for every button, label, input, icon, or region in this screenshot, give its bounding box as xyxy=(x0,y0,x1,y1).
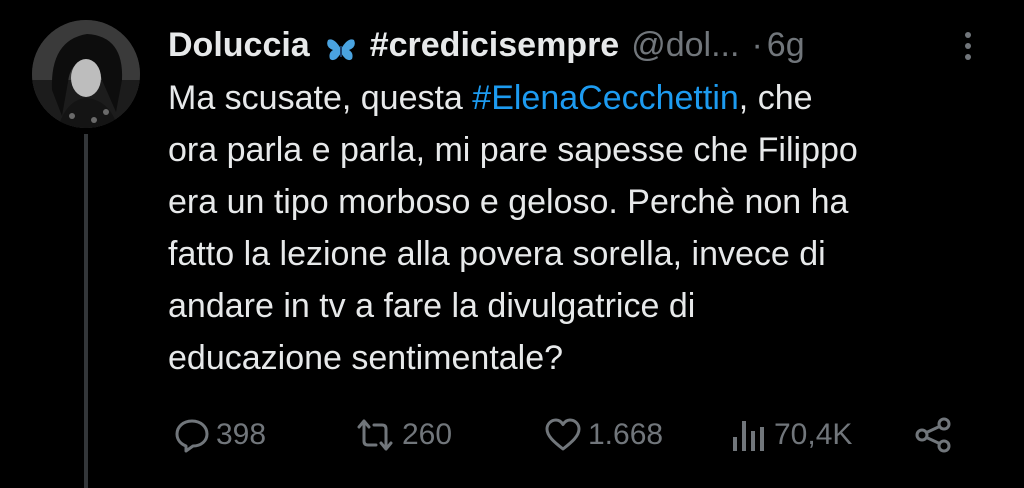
tweet-header: Doluccia #credicisempre @dol... · 6g xyxy=(168,22,998,68)
separator-dot: · xyxy=(751,26,763,64)
like-icon xyxy=(545,418,581,451)
tweet-text-line: ora parla e parla, mi pare sapesse che F… xyxy=(168,131,858,169)
avatar[interactable] xyxy=(32,20,140,128)
name-hashtag: #credicisempre xyxy=(369,26,620,64)
views-count: 70,4K xyxy=(774,418,853,451)
tweet-text-line: educazione sentimentale? xyxy=(168,339,564,377)
tweet-text: Ma scusate, questa #ElenaCecchettin, che… xyxy=(168,72,998,384)
thread-line xyxy=(84,134,88,488)
more-icon[interactable] xyxy=(958,28,978,64)
user-handle[interactable]: @dol... xyxy=(631,22,739,68)
timestamp[interactable]: 6g xyxy=(767,22,805,68)
repost-icon xyxy=(357,419,393,451)
tweet[interactable]: Doluccia #credicisempre @dol... · 6g Ma … xyxy=(0,0,1024,488)
display-name[interactable]: Doluccia xyxy=(168,22,310,68)
butterfly-icon xyxy=(326,31,356,61)
tweet-text-line: andare in tv a fare la divulgatrice di xyxy=(168,287,696,325)
share-icon xyxy=(915,417,951,453)
tweet-text-line: era un tipo morboso e geloso. Perchè non… xyxy=(168,183,849,221)
avatar-image xyxy=(32,20,140,128)
action-bar: 398 260 1.668 70,4K xyxy=(168,410,968,460)
tweet-text-line: Ma scusate, questa #ElenaCecchettin, che xyxy=(168,72,998,124)
views-button[interactable]: 70,4K xyxy=(730,410,852,460)
like-count: 1.668 xyxy=(588,418,664,451)
views-icon xyxy=(733,421,764,451)
repost-button[interactable]: 260 xyxy=(354,410,452,460)
reply-icon xyxy=(175,419,209,453)
hashtag-link[interactable]: #ElenaCecchettin xyxy=(472,79,739,117)
tweet-text-segment: Ma scusate, questa xyxy=(168,79,473,117)
reply-button[interactable]: 398 xyxy=(174,410,266,460)
reply-count: 398 xyxy=(216,418,267,451)
like-button[interactable]: 1.668 xyxy=(544,410,663,460)
tweet-text-line: fatto la lezione alla povera sorella, in… xyxy=(168,235,826,273)
repost-count: 260 xyxy=(402,418,453,451)
share-button[interactable] xyxy=(914,410,960,460)
tweet-text-segment: , che xyxy=(738,79,813,117)
